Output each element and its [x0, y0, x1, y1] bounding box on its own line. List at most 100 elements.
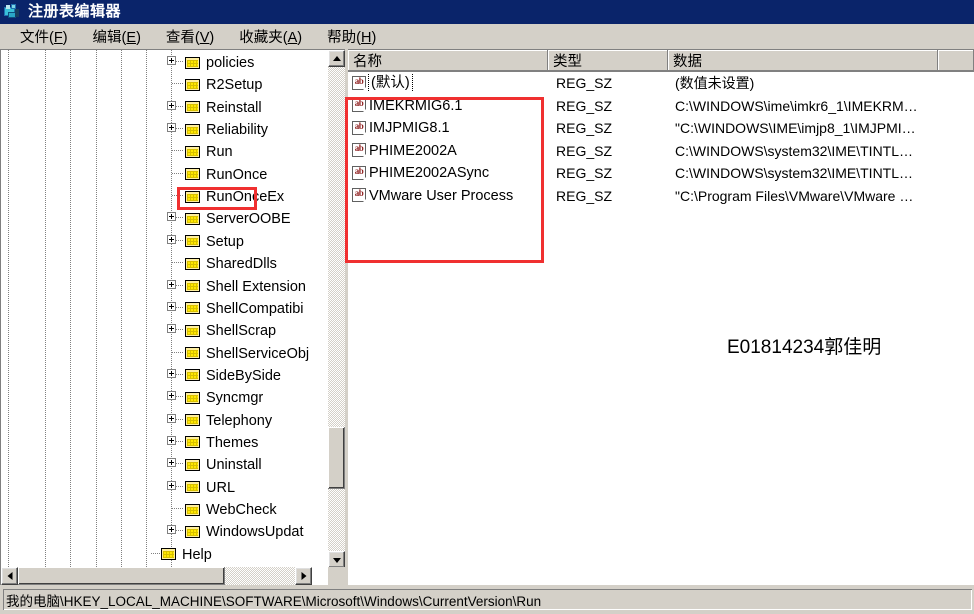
string-value-ab-icon: ab [352, 165, 367, 181]
folder-icon [185, 391, 201, 405]
tree-item-label: ShellCompatibi [206, 300, 304, 317]
folder-icon [185, 369, 201, 382]
tree-expand-plus-icon[interactable] [167, 123, 176, 133]
value-name-cell[interactable]: ab VMware User Process [348, 187, 548, 205]
tree-expand-plus-icon[interactable] [167, 435, 176, 445]
value-name-cell[interactable]: ab (默认) [348, 74, 548, 93]
string-value-ab-icon: ab [352, 75, 367, 91]
tree-scroll-down-button[interactable] [328, 551, 345, 568]
tree-horizontal-scrollbar[interactable] [1, 567, 329, 585]
registry-values-pane[interactable]: 名称 类型 数据 ab (默认) REG_SZ (数值未设置) ab IMEKRMIG6.… [348, 49, 974, 585]
column-header-data[interactable]: 数据 [668, 50, 938, 71]
folder-icon [185, 414, 201, 427]
tree-expand-plus-icon[interactable] [167, 525, 176, 535]
column-header-name[interactable]: 名称 [348, 50, 548, 71]
tree-vertical-scrollbar[interactable] [328, 50, 345, 568]
value-name-cell[interactable]: ab PHIME2002ASync [348, 164, 548, 182]
tree-connector-line [172, 195, 184, 197]
menu-file[interactable]: 文件(F) [8, 24, 81, 49]
folder-icon [185, 257, 201, 271]
tree-connector-line [172, 172, 184, 174]
folder-icon [185, 302, 201, 315]
tree-item-label: Run [206, 144, 233, 161]
window-title: 注册表编辑器 [28, 3, 122, 20]
tree-expand-plus-icon[interactable] [167, 368, 176, 378]
tree-guide-line [146, 50, 147, 568]
tree-expand-plus-icon[interactable] [167, 234, 176, 244]
tree-items-container: policies R2Setup Reinstall Reliability Run Ru… [1, 50, 329, 568]
table-row[interactable]: ab IMJPMIG8.1 REG_SZ "C:\WINDOWS\IME\imjp8_… [348, 117, 974, 140]
table-row[interactable]: ab (默认) REG_SZ (数值未设置) [348, 72, 974, 95]
tree-scroll-up-button[interactable] [328, 50, 345, 67]
tree-expand-plus-icon[interactable] [167, 56, 176, 65]
tree-expand-plus-icon[interactable] [167, 212, 176, 222]
column-header-type[interactable]: 类型 [548, 50, 668, 71]
tree-scroll-left-button[interactable] [1, 567, 18, 585]
tree-vscroll-thumb[interactable] [328, 427, 345, 489]
folder-icon [185, 481, 201, 494]
folder-icon [185, 503, 201, 517]
menu-edit[interactable]: 编辑(E) [81, 24, 154, 49]
registry-tree-pane[interactable]: policies R2Setup Reinstall Reliability Run Ru… [0, 49, 345, 585]
tree-item-label: RunOnce [206, 166, 268, 183]
menu-favorites[interactable]: 收藏夹(A) [227, 24, 315, 49]
tree-item-label: ServerOOBE [206, 211, 291, 228]
tree-scroll-right-button[interactable] [295, 567, 312, 585]
tree-item-label: ShellScrap [206, 323, 277, 340]
tree-item-label: RunOnceEx [206, 189, 285, 206]
folder-icon [185, 280, 201, 293]
table-row[interactable]: ab VMware User Process REG_SZ "C:\Program F… [348, 185, 974, 208]
value-data-cell: C:\WINDOWS\ime\imkr6_1\IMEKRM… [675, 97, 918, 114]
tree-connector-line [172, 83, 184, 85]
value-type-cell: REG_SZ [556, 142, 613, 159]
folder-icon [185, 436, 201, 449]
folder-icon [185, 212, 201, 226]
menu-view[interactable]: 查看(V) [154, 24, 227, 49]
work-area: policies R2Setup Reinstall Reliability Run Ru… [0, 49, 974, 585]
tree-expand-plus-icon[interactable] [167, 301, 176, 311]
arrow-right-icon [301, 572, 306, 580]
tree-expand-plus-icon[interactable] [167, 324, 176, 334]
tree-expand-plus-icon[interactable] [167, 480, 176, 490]
tree-item-label: Reliability [206, 122, 269, 139]
value-type-cell: REG_SZ [556, 187, 613, 204]
value-data-cell: C:\WINDOWS\system32\IME\TINTL… [675, 142, 914, 159]
tree-expand-plus-icon[interactable] [167, 279, 176, 289]
tree-item-label: WindowsUpdat [206, 524, 304, 541]
value-name-cell[interactable]: ab IMEKRMIG6.1 [348, 97, 548, 115]
tree-expand-plus-icon[interactable] [167, 391, 176, 401]
table-row[interactable]: ab PHIME2002ASync REG_SZ C:\WINDOWS\system3… [348, 162, 974, 185]
value-name-cell[interactable]: ab PHIME2002A [348, 142, 548, 160]
folder-icon [161, 548, 177, 561]
tree-item-label: Telephony [206, 412, 273, 429]
tree-hscroll-thumb[interactable] [18, 567, 225, 585]
value-data-cell: (数值未设置) [675, 75, 755, 92]
value-name-label: (默认) [368, 74, 413, 93]
list-rows-container: ab (默认) REG_SZ (数值未设置) ab IMEKRMIG6.1 REG_SZ C:… [348, 72, 974, 207]
tree-item-label: SharedDlls [206, 256, 277, 273]
value-data-cell: "C:\WINDOWS\IME\imjp8_1\IMJPMI… [675, 120, 916, 137]
tree-expand-plus-icon[interactable] [167, 100, 176, 110]
table-row[interactable]: ab PHIME2002A REG_SZ C:\WINDOWS\system32\IM… [348, 140, 974, 163]
tree-item-label: Uninstall [206, 457, 262, 474]
folder-icon [185, 168, 201, 181]
table-row[interactable]: ab IMEKRMIG6.1 REG_SZ C:\WINDOWS\ime\imkr6_… [348, 95, 974, 118]
value-name-label: IMJPMIG8.1 [369, 120, 450, 137]
tree-expand-plus-icon[interactable] [167, 413, 176, 423]
tree-expand-plus-icon[interactable] [167, 458, 176, 468]
menu-bar: 文件(F) 编辑(E) 查看(V) 收藏夹(A) 帮助(H) [0, 24, 974, 49]
tree-guide-line [70, 50, 71, 568]
value-data-cell: C:\WINDOWS\system32\IME\TINTL… [675, 165, 914, 182]
value-type-cell: REG_SZ [556, 97, 613, 114]
value-name-cell[interactable]: ab IMJPMIG8.1 [348, 119, 548, 137]
folder-icon [185, 347, 201, 360]
value-type-cell: REG_SZ [556, 75, 613, 92]
string-value-ab-icon: ab [352, 188, 367, 204]
value-data-cell: "C:\Program Files\VMware\VMware … [675, 187, 914, 204]
tree-guide-line [96, 50, 97, 568]
string-value-ab-icon: ab [352, 143, 367, 159]
tree-item-label: Syncmgr [206, 390, 264, 407]
tree-item-label: policies [206, 55, 255, 71]
menu-help[interactable]: 帮助(H) [315, 24, 389, 49]
tree-item-label: Setup [206, 233, 244, 250]
